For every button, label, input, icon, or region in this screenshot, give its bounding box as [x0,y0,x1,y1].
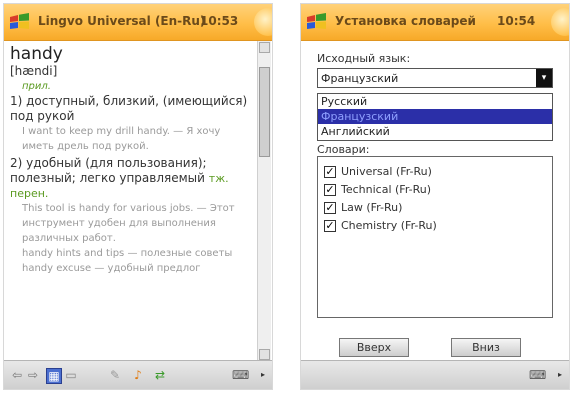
sense-1: 1) доступный, близкий, (имеющийся) под р… [10,94,248,123]
transcription: [hændi] [10,64,58,78]
sense-2: 2) удобный (для пользования); полезный; … [10,156,250,201]
start-button[interactable] [551,8,569,36]
dropdown-option[interactable]: Русский [318,94,552,109]
dictionary-window: Lingvo Universal (En-Ru) 10:53 handy [hæ… [4,4,272,389]
scroll-down-button[interactable] [259,349,270,360]
input-menu-arrow-icon[interactable]: ▸ [256,368,270,382]
clock[interactable]: 10:54 [497,14,535,28]
example-text: handy hints and tips — полезные советы [22,248,233,259]
translate-icon[interactable]: ⇄ [153,368,167,382]
dictionary-label: Law (Fr-Ru) [341,201,403,214]
dictionary-setup-window: Установка словарей 10:54 Исходный язык: … [301,4,569,389]
headword: handy [10,44,63,64]
title-bar: Установка словарей 10:54 [301,4,569,41]
part-of-speech: прил. [22,81,51,92]
checkbox[interactable]: ✓ [324,220,336,232]
example-text: This tool is handy for various jobs. — Э… [22,203,235,244]
forward-arrow-icon[interactable]: ⇨ [26,368,40,382]
scroll-up-button[interactable] [259,42,270,53]
tools-icon[interactable]: ✎ [108,368,122,382]
checkbox[interactable]: ✓ [324,166,336,178]
dropdown-option-selected[interactable]: Французский [318,109,552,124]
history-icon[interactable]: ▭ [64,368,78,382]
checkbox[interactable]: ✓ [324,202,336,214]
windows-logo-icon[interactable] [305,11,329,33]
entry-content: handy [hændi] прил. 1) доступный, близки… [4,41,256,361]
source-language-select[interactable]: Французский ▾ [317,68,553,88]
dictionary-label: Chemistry (Fr-Ru) [341,219,437,232]
card-view-icon[interactable]: ▦ [46,368,62,384]
window-title: Установка словарей [335,14,476,28]
keyboard-icon[interactable]: ⌨ [529,368,546,382]
keyboard-icon[interactable]: ⌨ [232,368,249,382]
input-menu-arrow-icon[interactable]: ▸ [553,368,567,382]
dictionary-label: Technical (Fr-Ru) [341,183,432,196]
source-language-label: Исходный язык: [317,52,411,65]
back-arrow-icon[interactable]: ⇦ [10,368,24,382]
example-text: handy excuse — удобный предлог [22,263,201,274]
language-dropdown-list[interactable]: Русский Французский Английский [317,93,553,141]
window-title: Lingvo Universal (En-Ru) [38,14,206,28]
sound-icon[interactable]: ♪ [131,368,145,382]
start-button[interactable] [254,8,272,36]
dictionary-label: Universal (Fr-Ru) [341,165,432,178]
title-bar: Lingvo Universal (En-Ru) 10:53 [4,4,272,41]
dictionaries-list: ✓ Universal (Fr-Ru) ✓ Technical (Fr-Ru) … [317,156,553,318]
clock[interactable]: 10:53 [200,14,238,28]
source-language-value: Французский [321,72,399,85]
chevron-down-icon[interactable]: ▾ [536,69,552,87]
example-text: I want to keep my drill handy. — Я хочу … [22,126,221,152]
move-up-button[interactable]: Вверх [339,338,409,357]
checkbox[interactable]: ✓ [324,184,336,196]
bottom-toolbar: ⌨ ▸ [301,360,569,389]
move-down-button[interactable]: Вниз [451,338,521,357]
bottom-toolbar: ⇦ ⇨ ▦ ▭ ✎ ♪ ⇄ ⌨ ▸ [4,360,272,389]
windows-logo-icon[interactable] [8,11,32,33]
sense-2-text: 2) удобный (для пользования); полезный; … [10,156,207,185]
dropdown-option[interactable]: Английский [318,124,552,139]
scroll-thumb[interactable] [259,67,270,157]
dictionaries-label: Словари: [317,143,370,156]
vertical-scrollbar[interactable] [257,41,271,361]
